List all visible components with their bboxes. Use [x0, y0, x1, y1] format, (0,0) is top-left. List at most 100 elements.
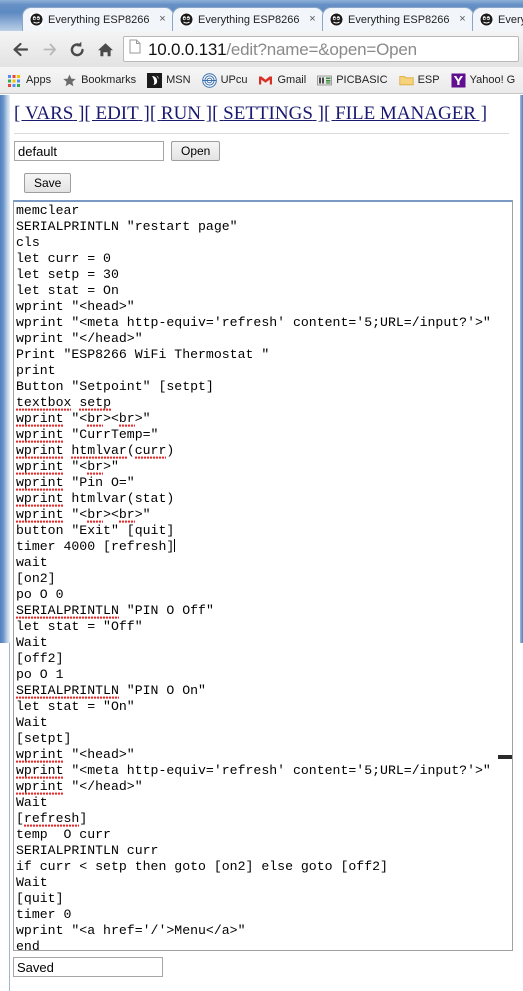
picbasic-icon — [317, 73, 333, 88]
star-icon — [62, 73, 77, 88]
code-line: wait — [16, 555, 48, 570]
code-line: wprint "<br><br>" — [16, 507, 151, 523]
code-line: let setp = 30 — [16, 267, 119, 282]
code-line: Wait — [16, 795, 48, 810]
code-line: [quit] — [16, 891, 64, 906]
bookmark-msn[interactable]: MSN — [147, 72, 191, 88]
nav-link-label: VARS — [25, 103, 74, 124]
bookmark-gmail[interactable]: Gmail — [258, 73, 306, 88]
code-editor-textarea[interactable]: memclear SERIALPRINTLN "restart page" cls l… — [13, 200, 513, 951]
code-line: [refresh] — [16, 811, 88, 827]
nav-link-label: RUN — [160, 103, 202, 124]
open-button[interactable]: Open — [171, 141, 221, 161]
home-icon[interactable] — [92, 37, 118, 62]
status-input[interactable] — [13, 957, 163, 977]
code-line: [off2] — [16, 651, 64, 666]
code-line: timer 4000 [refresh] — [16, 539, 176, 554]
nav-link-edit[interactable]: [ EDIT ] — [84, 103, 149, 124]
bookmark-apps[interactable]: Apps — [7, 73, 51, 88]
window-left-edge — [0, 95, 10, 643]
esp-logo-icon — [330, 13, 343, 26]
code-line: Wait — [16, 635, 48, 650]
back-arrow-icon[interactable] — [8, 37, 34, 62]
bookmark-label: Gmail — [277, 74, 307, 86]
reload-icon[interactable] — [64, 37, 90, 62]
page-document-icon — [129, 39, 143, 59]
filename-input[interactable] — [14, 141, 164, 161]
bookmark-label: Apps — [26, 74, 52, 86]
bookmark-label: MSN — [166, 74, 191, 86]
code-line: wprint htmlvar(curr) — [16, 443, 175, 459]
code-line: Wait — [16, 875, 48, 890]
code-line: wprint "</head>" — [16, 331, 143, 346]
status-row — [13, 957, 163, 977]
code-line: SERIALPRINTLN "restart page" — [16, 219, 238, 234]
esp-logo-icon — [30, 13, 43, 26]
gmail-m-icon — [258, 73, 273, 88]
address-bar-text: 10.0.0.131/edit?name=&open=Open — [148, 41, 417, 58]
tab-title: Everything ESP8266 - — [198, 13, 303, 26]
tab-title: Everything ESP8266 - — [348, 13, 453, 26]
nav-link-label: FILE MANAGER — [335, 103, 476, 124]
browser-tab-1[interactable]: Everything ESP8266 - × — [22, 7, 174, 31]
browser-tab-2[interactable]: Everything ESP8266 - × — [172, 7, 324, 31]
bookmark-label: Bookmarks — [81, 74, 137, 86]
close-icon[interactable]: × — [456, 13, 469, 26]
folder-icon — [398, 73, 414, 88]
bookmark-label: PICBASIC — [336, 74, 388, 86]
nav-link-settings[interactable]: [ SETTINGS ] — [212, 103, 324, 124]
code-line: let stat = On — [16, 283, 119, 298]
url-path: /edit?name=&open=Open — [226, 39, 417, 59]
code-line: po O 0 — [16, 587, 64, 602]
bookmark-yahoo[interactable]: Yahoo! G — [451, 73, 516, 88]
bookmarks-bar: Apps Bookmarks MSN UPcu Gmail PICBASIC E… — [0, 67, 523, 94]
bookmark-upcu[interactable]: UPcu — [201, 72, 248, 88]
code-line: wprint "<meta http-equiv='refresh' conte… — [16, 315, 491, 330]
nav-links: [ VARS ][ EDIT ][ RUN ][ SETTINGS ][ FIL… — [14, 103, 487, 125]
nav-link-run[interactable]: [ RUN ] — [150, 103, 212, 124]
code-line: wprint "<meta http-equiv='refresh' conte… — [16, 763, 491, 779]
close-icon[interactable]: × — [306, 13, 319, 26]
upcu-icon — [201, 72, 217, 88]
code-line: po O 1 — [16, 667, 64, 682]
forward-arrow-icon — [36, 37, 62, 62]
code-editor-content: memclear SERIALPRINTLN "restart page" cls l… — [16, 203, 491, 950]
save-button[interactable]: Save — [24, 173, 72, 193]
code-line: wprint "<a href='/'>Menu</a>" — [16, 923, 246, 938]
page-viewport: [ VARS ][ EDIT ][ RUN ][ SETTINGS ][ FIL… — [0, 95, 523, 991]
nav-link-label: EDIT — [95, 103, 139, 124]
code-line: wprint "CurrTemp=" — [16, 427, 159, 443]
browser-tab-4[interactable]: Everything ESP8266 - × — [472, 7, 523, 31]
nav-link-vars[interactable]: [ VARS ] — [14, 103, 84, 124]
esp-logo-icon — [180, 13, 193, 26]
close-icon[interactable]: × — [156, 13, 169, 26]
code-line: Button "Setpoint" [setpt] — [16, 379, 214, 394]
code-line: let curr = 0 — [16, 251, 111, 266]
code-line: wprint "<br>" — [16, 459, 119, 475]
browser-tab-3[interactable]: Everything ESP8266 - × — [322, 7, 474, 31]
code-line: wprint "<head>" — [16, 299, 135, 314]
bookmark-label: ESP — [417, 74, 440, 86]
code-line: print — [16, 363, 56, 378]
bookmark-esp[interactable]: ESP — [398, 73, 440, 88]
tab-title: Everything ESP8266 - — [498, 13, 523, 26]
code-line: Wait — [16, 715, 48, 730]
code-line: SERIALPRINTLN curr — [16, 843, 159, 858]
open-file-row: Open — [14, 141, 221, 161]
bookmark-label: Yahoo! G — [469, 74, 516, 86]
code-line: wprint htmlvar(stat) — [16, 491, 175, 507]
code-line: [on2] — [16, 571, 56, 586]
horizontal-scrollbar-thumb[interactable] — [498, 755, 512, 759]
msn-butterfly-icon — [147, 72, 163, 88]
address-bar[interactable]: 10.0.0.131/edit?name=&open=Open — [123, 36, 519, 62]
yahoo-y-icon — [451, 73, 466, 88]
nav-link-file-manager[interactable]: [ FILE MANAGER ] — [324, 103, 487, 124]
code-line: let stat = "On" — [16, 699, 135, 714]
code-line: wprint "<br><br>" — [16, 411, 151, 427]
bookmark-bookmarks[interactable]: Bookmarks — [62, 73, 136, 88]
bookmark-picbasic[interactable]: PICBASIC — [317, 73, 388, 88]
bookmark-label: UPcu — [220, 74, 248, 86]
code-line: temp O curr — [16, 827, 111, 842]
code-line: let stat = "Off" — [16, 619, 143, 634]
page-content: [ VARS ][ EDIT ][ RUN ][ SETTINGS ][ FIL… — [10, 95, 513, 991]
